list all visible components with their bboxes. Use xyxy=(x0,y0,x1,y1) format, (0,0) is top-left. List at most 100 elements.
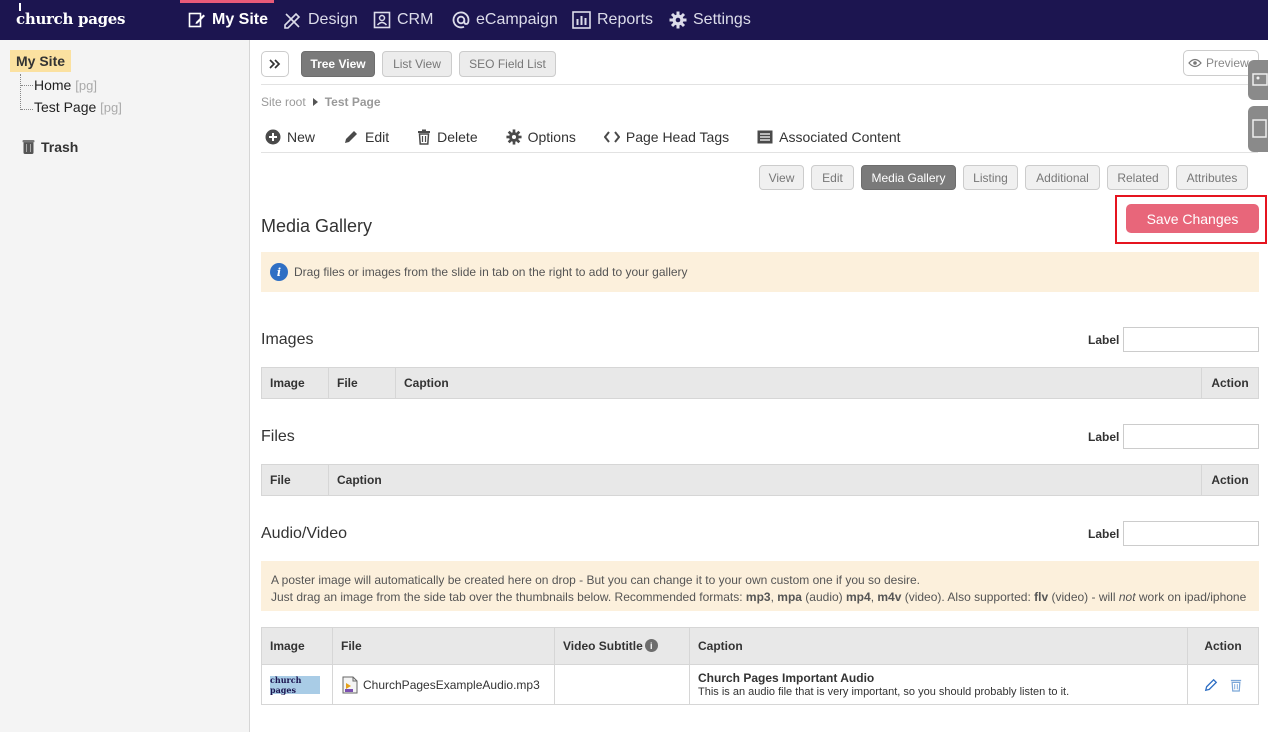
trash-can-icon xyxy=(22,140,35,154)
eye-icon xyxy=(1188,58,1202,68)
edit-page-icon xyxy=(188,12,205,28)
delete-button[interactable]: Delete xyxy=(417,129,478,145)
column-header: File xyxy=(261,464,329,496)
page-title: Media Gallery xyxy=(261,216,373,236)
code-brackets-icon xyxy=(603,131,620,143)
column-header: File xyxy=(328,367,396,399)
audio-format-notice: A poster image will automatically be cre… xyxy=(261,561,1259,611)
bar-chart-icon xyxy=(572,11,591,29)
pencil-icon[interactable] xyxy=(1204,678,1218,692)
tree-view-button[interactable]: Tree View xyxy=(301,51,375,77)
table-header-row: Image File Video Subtitle i Caption Actio… xyxy=(261,627,1259,665)
tree-item-trash[interactable]: Trash xyxy=(22,139,78,155)
files-section-title: Files xyxy=(261,428,295,445)
divider xyxy=(261,152,1258,153)
gear-icon xyxy=(506,129,522,145)
tree-connector xyxy=(20,74,21,110)
column-header: Image xyxy=(261,367,329,399)
audio-label-input[interactable] xyxy=(1123,521,1259,546)
column-header: Caption xyxy=(328,464,1202,496)
pencil-ruler-icon xyxy=(284,12,301,29)
file-cell: ChurchPagesExampleAudio.mp3 xyxy=(332,664,555,705)
column-header: Action xyxy=(1201,464,1259,496)
images-label-input[interactable] xyxy=(1123,327,1259,352)
tab-listing[interactable]: Listing xyxy=(963,165,1018,190)
nav-my-site[interactable]: My Site xyxy=(188,0,268,40)
nav-crm[interactable]: CRM xyxy=(373,0,433,40)
nav-design[interactable]: Design xyxy=(283,0,358,40)
column-header: Video Subtitle i xyxy=(554,627,690,665)
document-icon xyxy=(1252,119,1267,138)
caret-right-icon xyxy=(312,98,318,106)
options-button[interactable]: Options xyxy=(506,129,576,145)
tab-attributes[interactable]: Attributes xyxy=(1176,165,1248,190)
tree-connector xyxy=(21,85,33,86)
tree-item-test-page[interactable]: Test Page [pg] xyxy=(34,99,122,115)
tab-view[interactable]: View xyxy=(759,165,804,190)
main-content: Tree View List View SEO Field List Previ… xyxy=(251,40,1268,732)
images-table: Image File Caption Action xyxy=(261,367,1259,399)
audio-file-icon xyxy=(342,676,358,693)
nav-ecampaign[interactable]: eCampaign xyxy=(452,0,558,40)
tree-connector xyxy=(21,109,33,110)
action-cell xyxy=(1187,664,1259,705)
tab-related[interactable]: Related xyxy=(1107,165,1169,190)
tab-additional[interactable]: Additional xyxy=(1025,165,1100,190)
image-stack-icon xyxy=(1252,73,1268,86)
poster-cell: church pages xyxy=(261,664,333,705)
plus-circle-icon xyxy=(265,129,281,145)
images-section-title: Images xyxy=(261,331,314,348)
page-toolbar: New Edit Delete Options Page Head Tags A… xyxy=(265,129,901,145)
edit-button[interactable]: Edit xyxy=(343,129,389,145)
column-header: Action xyxy=(1187,627,1259,665)
gear-icon xyxy=(669,11,687,29)
breadcrumb-root[interactable]: Site root xyxy=(261,95,306,109)
contact-card-icon xyxy=(373,11,391,29)
files-label-caption: Label xyxy=(1088,430,1120,444)
slide-in-tab-files[interactable] xyxy=(1248,106,1268,152)
breadcrumb: Site root Test Page xyxy=(261,95,381,109)
column-header: File xyxy=(332,627,555,665)
save-changes-button[interactable]: Save Changes xyxy=(1126,204,1259,233)
page-head-tags-button[interactable]: Page Head Tags xyxy=(603,129,729,145)
associated-content-button[interactable]: Associated Content xyxy=(757,129,901,145)
church-pages-logo[interactable]: church pages xyxy=(16,3,126,28)
trash-icon xyxy=(418,129,431,145)
table-header-row: File Caption Action xyxy=(261,464,1259,496)
tab-edit[interactable]: Edit xyxy=(811,165,854,190)
list-view-button[interactable]: List View xyxy=(382,51,452,77)
audio-label-caption: Label xyxy=(1088,527,1120,541)
column-header: Caption xyxy=(395,367,1202,399)
tree-item-home[interactable]: Home [pg] xyxy=(34,77,97,93)
nav-reports[interactable]: Reports xyxy=(572,0,653,40)
site-tree-sidebar: My Site Home [pg] Test Page [pg] Trash xyxy=(0,40,250,732)
slide-in-tab-media[interactable] xyxy=(1248,60,1268,100)
pencil-icon xyxy=(345,131,358,143)
double-chevron-right-icon xyxy=(269,59,281,69)
trash-icon[interactable] xyxy=(1230,678,1242,692)
nav-settings[interactable]: Settings xyxy=(669,0,751,40)
new-button[interactable]: New xyxy=(265,129,315,145)
drag-info-notice: i Drag files or images from the slide in… xyxy=(261,252,1259,292)
top-nav-bar: church pages My Site Design CRM eCampaig… xyxy=(0,0,1268,40)
poster-thumbnail[interactable]: church pages xyxy=(270,675,320,695)
audio-video-section-title: Audio/Video xyxy=(261,525,347,542)
breadcrumb-current: Test Page xyxy=(324,95,381,109)
seo-field-list-button[interactable]: SEO Field List xyxy=(459,51,556,77)
subtitle-cell xyxy=(554,664,690,705)
caption-cell: Church Pages Important Audio This is an … xyxy=(689,664,1188,705)
images-label-caption: Label xyxy=(1088,333,1120,347)
column-header: Caption xyxy=(689,627,1188,665)
files-label-input[interactable] xyxy=(1123,424,1259,449)
info-icon: i xyxy=(270,263,288,281)
expand-sidebar-button[interactable] xyxy=(261,51,289,77)
list-box-icon xyxy=(757,130,773,144)
table-header-row: Image File Caption Action xyxy=(261,367,1259,399)
tree-root-my-site[interactable]: My Site xyxy=(10,50,72,72)
column-header: Image xyxy=(261,627,333,665)
tab-media-gallery[interactable]: Media Gallery xyxy=(861,165,956,190)
divider xyxy=(261,84,1258,85)
column-header: Action xyxy=(1201,367,1259,399)
files-table: File Caption Action xyxy=(261,464,1259,496)
help-icon[interactable]: i xyxy=(644,639,658,652)
